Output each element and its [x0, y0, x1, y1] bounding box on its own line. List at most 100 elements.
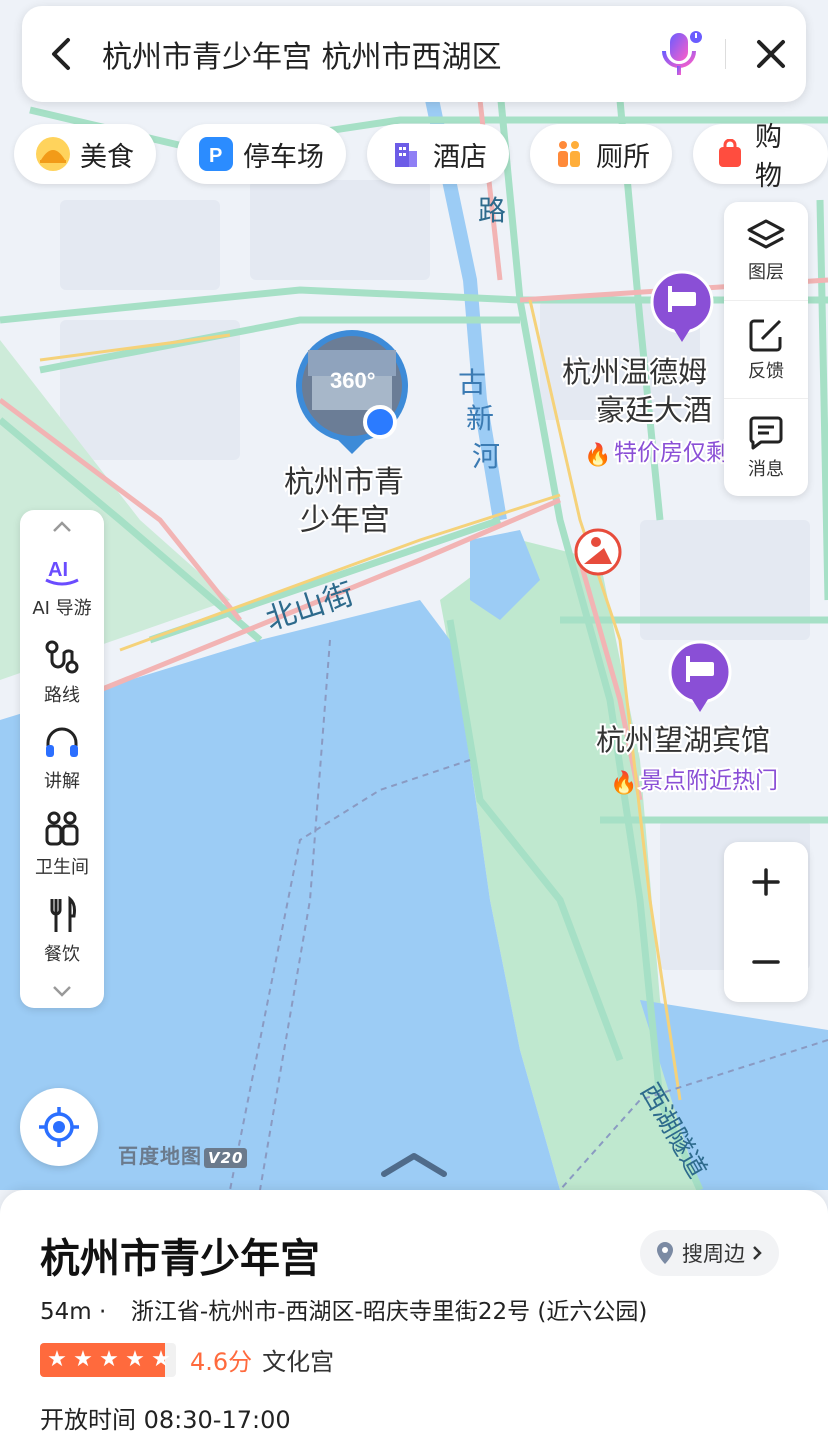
location-pin-icon: [657, 1242, 673, 1264]
star-rating: ★ ★ ★ ★ ★: [40, 1342, 176, 1377]
locate-icon: [39, 1107, 79, 1147]
ai-guide-button[interactable]: AI AI 导游: [20, 544, 104, 630]
hotel-2-tag: 景点附近热门: [640, 767, 778, 793]
edit-icon: [749, 319, 782, 351]
left-tool-panel: AI AI 导游 路线 讲解 卫生间 餐饮: [20, 510, 104, 1008]
zoom-in-button[interactable]: [724, 842, 808, 922]
poi-address: 浙江省-杭州市-西湖区-昭庆寺里街22号 (近六公园): [130, 1299, 648, 1325]
star-icon: ★: [151, 1347, 171, 1372]
category-chip-parking[interactable]: P 停车场: [177, 124, 346, 184]
map-label-river-guxin-3: 河: [472, 441, 500, 472]
route-button[interactable]: 路线: [20, 630, 104, 716]
layers-button[interactable]: 图层: [724, 202, 808, 300]
category-label: 厕所: [596, 141, 650, 173]
search-bar[interactable]: 杭州市青少年宫 杭州市西湖区: [22, 6, 806, 102]
messages-button[interactable]: 消息: [724, 398, 808, 496]
zoom-out-button[interactable]: [724, 922, 808, 1002]
poi-title: 杭州市青少年宫: [40, 1236, 320, 1282]
zoom-controls: [724, 842, 808, 1002]
route-icon: [45, 640, 79, 674]
feedback-label: 反馈: [748, 360, 784, 382]
category-label: 购物: [755, 122, 782, 192]
category-chip-shopping[interactable]: 购物: [693, 122, 828, 192]
voice-search-button[interactable]: [645, 6, 715, 102]
close-icon: [757, 40, 785, 68]
ai-guide-icon: AI: [45, 559, 79, 586]
map-watermark: 百度地图 V20: [118, 1140, 248, 1169]
restroom-label: 卫生间: [35, 857, 89, 878]
minus-icon: [752, 960, 780, 964]
microphone-icon: [662, 31, 702, 75]
chevron-down-icon: [53, 986, 71, 997]
poi-name-line2: 少年宫: [300, 504, 390, 537]
messages-label: 消息: [748, 458, 784, 480]
rating-row: ★ ★ ★ ★ ★ 4.6分 文化宫: [40, 1342, 334, 1377]
category-label: 停车场: [243, 141, 324, 173]
audio-guide-button[interactable]: 讲解: [20, 716, 104, 802]
restroom-icon: [45, 811, 79, 846]
search-query-text[interactable]: 杭州市青少年宫 杭州市西湖区: [102, 32, 645, 76]
category-chip-toilet[interactable]: 厕所: [530, 124, 672, 184]
chevron-up-icon: [381, 1153, 447, 1177]
hotel-1-name-line1: 杭州温德姆: [562, 356, 707, 389]
message-icon: [749, 416, 783, 449]
category-label: 酒店: [433, 141, 487, 173]
back-button[interactable]: [22, 6, 102, 102]
star-icon: ★: [47, 1347, 67, 1372]
close-button[interactable]: [736, 6, 806, 102]
scroll-up-button[interactable]: [20, 510, 104, 544]
poi-name-line1: 杭州市青: [284, 466, 404, 499]
category-chip-hotel[interactable]: 酒店: [367, 124, 509, 184]
scroll-down-button[interactable]: [20, 974, 104, 1008]
search-nearby-label: 搜周边: [682, 1242, 745, 1266]
search-nearby-button[interactable]: 搜周边: [640, 1230, 779, 1276]
star-icon: ★: [99, 1347, 119, 1372]
dining-label: 餐饮: [44, 944, 80, 965]
star-glyphs: ★ ★ ★ ★ ★: [40, 1343, 174, 1377]
hotel-1-name-line2: 豪廷大酒: [596, 394, 712, 427]
restroom-button[interactable]: 卫生间: [20, 802, 104, 888]
headphones-icon: [46, 727, 78, 757]
dining-button[interactable]: 餐饮: [20, 888, 104, 974]
svg-text:P: P: [209, 145, 222, 165]
route-label: 路线: [44, 685, 80, 706]
audio-guide-label: 讲解: [44, 771, 80, 792]
star-icon: ★: [73, 1347, 93, 1372]
star-icon: ★: [125, 1347, 145, 1372]
watermark-text: 百度地图: [118, 1144, 202, 1168]
map-label-river-guxin-1: 古: [458, 367, 486, 398]
chevron-right-icon: [753, 1246, 762, 1260]
category-chip-food[interactable]: 美食: [14, 124, 156, 184]
hotel-1-tag: 特价房仅剩: [614, 439, 729, 465]
hotel-icon: [389, 137, 423, 171]
svg-text:AI: AI: [48, 559, 68, 581]
panorama-360-label: 360°: [330, 368, 376, 393]
plus-icon: [752, 868, 780, 896]
fire-icon: 🔥: [610, 770, 637, 796]
parking-icon: P: [199, 137, 233, 171]
poi-category: 文化宫: [262, 1348, 335, 1376]
fork-knife-icon: [50, 896, 76, 932]
fire-icon: 🔥: [584, 442, 611, 468]
poi-distance: 54m ·: [40, 1299, 107, 1325]
locate-me-button[interactable]: [20, 1088, 98, 1166]
back-arrow-icon: [52, 38, 70, 70]
right-tool-panel: 图层 反馈 消息: [724, 202, 808, 496]
feedback-button[interactable]: 反馈: [724, 300, 808, 398]
sheet-expand-handle[interactable]: [380, 1150, 448, 1182]
shopping-icon: [715, 137, 745, 171]
chevron-up-icon: [53, 521, 71, 532]
category-label: 美食: [80, 141, 134, 173]
poi-detail-sheet[interactable]: 杭州市青少年宫 搜周边 54m · 浙江省-杭州市-西湖区-昭庆寺里街22号 (…: [0, 1190, 828, 1444]
poi-address-line: 54m · 浙江省-杭州市-西湖区-昭庆寺里街22号 (近六公园): [40, 1292, 647, 1326]
ai-guide-label: AI 导游: [32, 598, 92, 619]
map-label-river-guxin-2: 新: [466, 403, 494, 434]
map-label-road-lu: 路: [478, 195, 506, 226]
watermark-version: V20: [204, 1148, 248, 1168]
divider: [725, 39, 726, 69]
hotel-2-name: 杭州望湖宾馆: [596, 724, 770, 757]
food-icon: [36, 137, 70, 171]
toilet-icon: [552, 137, 586, 171]
construction-icon[interactable]: [574, 528, 622, 576]
layers-label: 图层: [748, 262, 784, 283]
